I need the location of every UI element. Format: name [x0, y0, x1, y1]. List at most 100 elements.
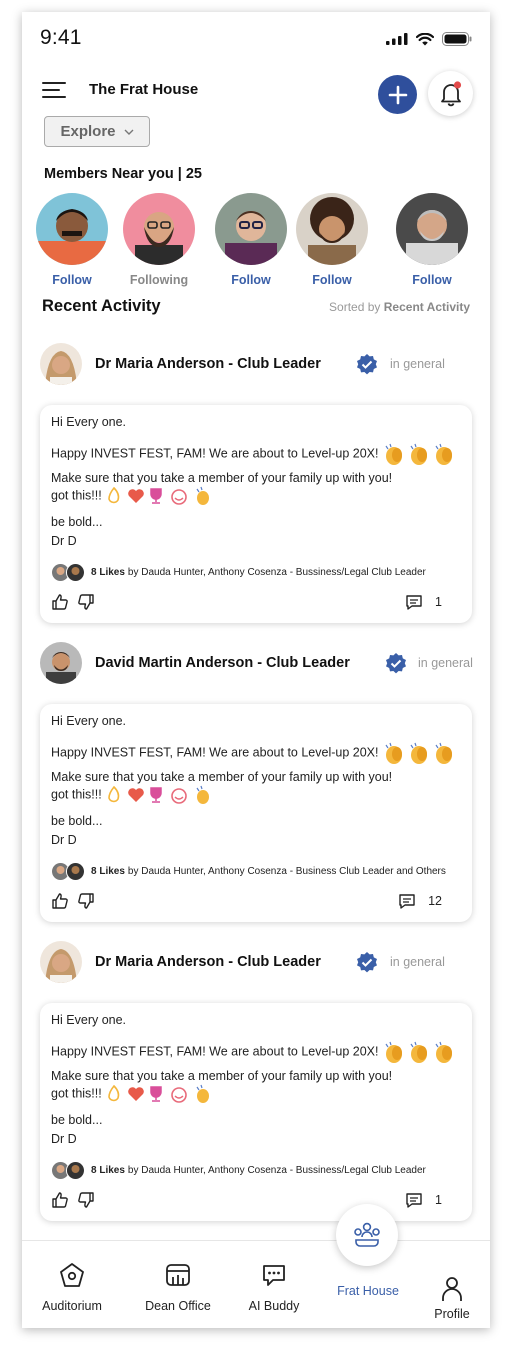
post-author[interactable]: David Martin Anderson - Club Leader: [95, 655, 350, 671]
post-text-line: be bold...: [51, 515, 103, 529]
nav-label: Profile: [434, 1307, 470, 1321]
post-text-line: Make sure that you take a member of your…: [51, 1069, 393, 1083]
post-card: Hi Every one. Happy INVEST FEST, FAM! We…: [40, 405, 472, 623]
hamburger-menu-icon[interactable]: [42, 82, 68, 100]
post-signature: Dr D: [51, 1132, 77, 1146]
following-button[interactable]: Following: [119, 273, 199, 287]
clapping-emoji-icon: [385, 742, 452, 764]
member-card: Follow: [32, 193, 112, 287]
follow-button[interactable]: Follow: [32, 273, 112, 287]
thumbs-down-icon[interactable]: [77, 1191, 95, 1209]
post-actions: [51, 892, 95, 910]
comments-button[interactable]: 1: [405, 1191, 442, 1209]
bottom-nav: Auditorium Dean Office AI Buddy Profile: [22, 1240, 490, 1328]
post-channel[interactable]: in general: [390, 357, 445, 371]
avatar[interactable]: [296, 193, 368, 265]
avatar[interactable]: [396, 193, 468, 265]
thumbs-down-icon[interactable]: [77, 892, 95, 910]
post-actions: [51, 1191, 95, 1209]
post-text-line: Make sure that you take a member of your…: [51, 471, 393, 485]
post-signature: Dr D: [51, 833, 77, 847]
comments-button[interactable]: 1: [405, 593, 442, 611]
battery-icon: [442, 32, 472, 46]
post-header: David Martin Anderson - Club Leader in g…: [40, 642, 480, 686]
comment-count: 12: [428, 894, 442, 908]
dean-office-icon: [166, 1264, 190, 1286]
post-text-line: got this!!!: [51, 1084, 215, 1104]
post-text-line: Hi Every one.: [51, 415, 127, 429]
post-card: Hi Every one. Happy INVEST FEST, FAM! We…: [40, 704, 472, 922]
avatar[interactable]: [40, 941, 82, 983]
thumbs-down-icon[interactable]: [77, 593, 95, 611]
comment-count: 1: [435, 1193, 442, 1207]
explore-label: Explore: [60, 123, 116, 140]
avatar[interactable]: [36, 193, 108, 265]
status-icons: [386, 32, 472, 46]
post-text-line: Happy INVEST FEST, FAM! We are about to …: [51, 741, 458, 765]
post-channel[interactable]: in general: [418, 656, 473, 670]
nav-label: Auditorium: [42, 1299, 102, 1313]
likes-count: 8 Likes: [91, 866, 125, 877]
signal-icon: [386, 33, 408, 45]
thumbs-up-icon[interactable]: [51, 892, 69, 910]
reaction-emojis-icon: [108, 486, 210, 505]
explore-dropdown[interactable]: Explore: [44, 116, 150, 147]
nav-profile[interactable]: Profile: [412, 1259, 490, 1321]
comment-icon: [406, 595, 422, 610]
thumbs-up-icon[interactable]: [51, 593, 69, 611]
sort-control[interactable]: Sorted by Recent Activity: [329, 300, 470, 314]
nav-frat-house[interactable]: [336, 1204, 398, 1266]
avatar[interactable]: [123, 193, 195, 265]
avatar[interactable]: [40, 642, 82, 684]
post-text-line: Happy INVEST FEST, FAM! We are about to …: [51, 1040, 458, 1064]
members-near-you-title: Members Near you | 25: [44, 166, 202, 182]
post-author[interactable]: Dr Maria Anderson - Club Leader: [95, 356, 321, 372]
member-card: Follow: [211, 193, 291, 287]
post-text-line: got this!!!: [51, 486, 215, 506]
nav-ai-buddy[interactable]: AI Buddy: [234, 1259, 314, 1313]
sort-value: Recent Activity: [383, 300, 470, 314]
post-text-line: got this!!!: [51, 785, 215, 805]
thumbs-up-icon[interactable]: [51, 1191, 69, 1209]
avatar[interactable]: [215, 193, 287, 265]
reaction-emojis-icon: [108, 1084, 210, 1103]
plus-icon: [388, 85, 407, 104]
frat-house-icon: [354, 1222, 380, 1247]
ai-buddy-icon: [263, 1265, 285, 1286]
page-title: The Frat House: [89, 81, 199, 98]
nav-auditorium[interactable]: Auditorium: [32, 1259, 112, 1313]
clapping-emoji-icon: [385, 1041, 452, 1063]
post-signature: Dr D: [51, 534, 77, 548]
comments-button[interactable]: 12: [398, 892, 442, 910]
likes-summary[interactable]: 8 Likes by Dauda Hunter, Anthony Cosenza…: [51, 563, 426, 582]
post-text-line: Hi Every one.: [51, 1013, 127, 1027]
recent-activity-title: Recent Activity: [42, 297, 161, 315]
avatar[interactable]: [40, 343, 82, 385]
likes-by: by Dauda Hunter, Anthony Cosenza - Busin…: [127, 866, 446, 877]
follow-button[interactable]: Follow: [292, 273, 372, 287]
comment-icon: [406, 1193, 422, 1208]
likes-count: 8 Likes: [91, 567, 125, 578]
nav-frat-house-label: Frat House: [337, 1284, 399, 1298]
likes-summary[interactable]: 8 Likes by Dauda Hunter, Anthony Cosenza…: [51, 862, 446, 881]
nav-label: AI Buddy: [248, 1299, 300, 1313]
post-text-line: be bold...: [51, 814, 103, 828]
likes-summary[interactable]: 8 Likes by Dauda Hunter, Anthony Cosenza…: [51, 1161, 426, 1180]
member-card: Follow: [292, 193, 372, 287]
post-channel[interactable]: in general: [390, 955, 445, 969]
notifications-button[interactable]: [428, 71, 473, 116]
member-card: Following: [119, 193, 199, 287]
clapping-emoji-icon: [385, 443, 452, 465]
add-button[interactable]: [378, 75, 417, 114]
status-time: 9:41: [40, 26, 82, 49]
follow-button[interactable]: Follow: [211, 273, 291, 287]
post-author[interactable]: Dr Maria Anderson - Club Leader: [95, 954, 321, 970]
follow-button[interactable]: Follow: [392, 273, 472, 287]
verified-badge-icon: [357, 952, 377, 973]
post-text-line: Happy INVEST FEST, FAM! We are about to …: [51, 442, 458, 466]
likes-by: by Dauda Hunter, Anthony Cosenza - Bussi…: [127, 567, 426, 578]
likes-count: 8 Likes: [91, 1165, 125, 1176]
avatar: [66, 862, 85, 881]
avatar: [66, 1161, 85, 1180]
nav-dean-office[interactable]: Dean Office: [138, 1259, 218, 1313]
